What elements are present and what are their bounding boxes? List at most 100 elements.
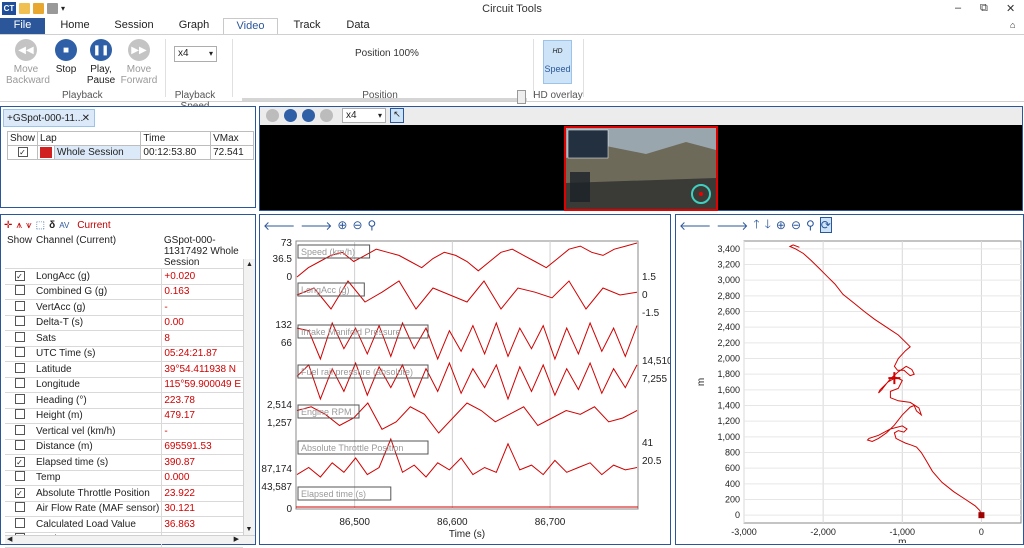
playback-speed-select[interactable]: x4 ▾ xyxy=(174,46,217,62)
video-select-tool-icon[interactable]: ↖ xyxy=(390,108,404,123)
close-button[interactable]: ✕ xyxy=(1006,2,1015,15)
channel-row[interactable]: Distance (m) 695591.53 xyxy=(5,439,244,455)
zoom-in-icon[interactable]: ⊕ xyxy=(776,218,786,232)
channel-show-checkbox[interactable] xyxy=(14,471,25,482)
tab-file[interactable]: File xyxy=(0,18,45,34)
channel-show-checkbox[interactable] xyxy=(14,378,25,389)
tab-home[interactable]: Home xyxy=(50,18,100,34)
channel-show-cell[interactable] xyxy=(5,330,35,347)
col-vmax[interactable]: VMax xyxy=(210,131,254,146)
video-rewind-button[interactable] xyxy=(266,109,279,122)
channel-show-cell[interactable]: ✓ xyxy=(5,454,35,471)
channel-show-cell[interactable] xyxy=(5,315,35,331)
channel-show-cell[interactable] xyxy=(5,439,35,455)
channel-show-cell[interactable] xyxy=(5,392,35,409)
channel-row[interactable]: ✓ Elapsed time (s) 390.87 xyxy=(5,454,244,471)
video-forward-button[interactable] xyxy=(320,109,333,122)
col-show[interactable]: Show xyxy=(6,131,39,146)
graph-chart[interactable]: 86,500 86,600 86,700 Time (s) Speed (km/h) 73… xyxy=(260,233,670,543)
channel-show-checkbox[interactable] xyxy=(14,316,25,327)
average-icon[interactable]: AV xyxy=(59,221,69,230)
position-slider-thumb[interactable] xyxy=(517,90,526,104)
channel-show-cell[interactable] xyxy=(5,501,35,517)
channel-row[interactable]: Calculated Load Value 36.863 xyxy=(5,516,244,533)
channel-show-checkbox[interactable] xyxy=(14,300,25,311)
channel-row[interactable]: Sats 8 xyxy=(5,330,244,347)
video-frame[interactable] xyxy=(564,126,718,211)
channel-show-cell[interactable] xyxy=(5,284,35,300)
channel-row[interactable]: Longitude 115°59.900049 E xyxy=(5,377,244,393)
delta-icon[interactable]: δ xyxy=(49,220,55,231)
channel-row[interactable]: ✓ Absolute Throttle Position 23.922 xyxy=(5,485,244,502)
channel-show-cell[interactable] xyxy=(5,346,35,362)
scroll-left-arrow-icon[interactable]: ◀ xyxy=(7,535,12,543)
channel-row[interactable]: Heading (°) 223.78 xyxy=(5,392,244,409)
scroll-right-arrow-icon[interactable]: ▶ xyxy=(234,535,239,543)
channel-row[interactable]: Vertical vel (km/h) - xyxy=(5,423,244,440)
channel-show-checkbox[interactable] xyxy=(14,347,25,358)
lap-show-checkbox[interactable]: ✓ xyxy=(17,147,28,157)
track-map-chart[interactable]: -3,000 -2,000 -1,000 0 3,400 3,200 3,000 2,800 2… xyxy=(676,233,1023,543)
zoom-in-icon[interactable]: ⊕ xyxy=(337,218,347,232)
channel-show-cell[interactable] xyxy=(5,408,35,424)
channel-show-checkbox[interactable] xyxy=(14,331,25,342)
channel-show-checkbox[interactable]: ✓ xyxy=(14,270,25,281)
channel-show-cell[interactable]: ✓ xyxy=(5,485,35,502)
channel-show-checkbox[interactable] xyxy=(14,502,25,513)
channel-row[interactable]: Combined G (g) 0.163 xyxy=(5,284,244,300)
hd-speed-button[interactable]: HD Speed xyxy=(543,40,572,84)
video-stop-button[interactable] xyxy=(284,109,297,122)
forward-arrow-icon[interactable]: 🡒 xyxy=(300,218,332,233)
channel-show-checkbox[interactable] xyxy=(14,440,25,451)
channel-row[interactable]: Latitude 39°54.411938 N xyxy=(5,361,244,378)
move-backward-button[interactable]: ◀◀ Move Backward xyxy=(6,39,50,86)
channel-show-cell[interactable] xyxy=(5,516,35,533)
vertical-scrollbar[interactable]: ▲ ▼ xyxy=(243,259,255,535)
add-cursor-icon[interactable]: ✛ xyxy=(4,220,12,231)
channel-row[interactable]: Air Flow Rate (MAF sensor) 30.121 xyxy=(5,501,244,517)
zoom-out-icon[interactable]: ⊖ xyxy=(791,218,801,232)
lap-color-swatch[interactable] xyxy=(40,146,53,158)
stop-button[interactable]: ■ Stop xyxy=(46,39,86,75)
channel-show-checkbox[interactable]: ✓ xyxy=(14,456,25,467)
col-time[interactable]: Time xyxy=(140,131,212,146)
channel-show-cell[interactable] xyxy=(5,361,35,378)
forward-arrow-icon[interactable]: 🡒 xyxy=(716,218,748,233)
scroll-up-arrow-icon[interactable]: ▲ xyxy=(244,261,255,268)
session-tab[interactable]: +GSpot-000-11... ✕ xyxy=(3,109,95,127)
channel-show-checkbox[interactable] xyxy=(14,517,25,528)
peak-icon[interactable]: ⩚ xyxy=(16,220,22,231)
channel-show-checkbox[interactable] xyxy=(14,362,25,373)
video-speed-select[interactable]: x4 ▾ xyxy=(342,108,386,123)
move-forward-button[interactable]: ▶▶ Move Forward xyxy=(119,39,159,86)
channel-row[interactable]: Temp 0.000 xyxy=(5,470,244,486)
channel-show-checkbox[interactable] xyxy=(14,285,25,296)
channel-show-cell[interactable] xyxy=(5,470,35,486)
channel-show-cell[interactable] xyxy=(5,423,35,440)
tab-session[interactable]: Session xyxy=(108,18,160,34)
tab-video[interactable]: Video xyxy=(223,18,278,34)
close-tab-icon[interactable]: ✕ xyxy=(82,110,90,127)
lap-row[interactable]: ✓ Whole Session 00:12:53.80 72.541 xyxy=(6,145,254,160)
channel-show-checkbox[interactable] xyxy=(14,393,25,404)
channel-show-cell[interactable]: ✓ xyxy=(5,268,35,285)
back-arrow-icon[interactable]: 🡐 xyxy=(263,218,295,233)
tab-graph[interactable]: Graph xyxy=(168,18,220,34)
lap-show-cell[interactable]: ✓ xyxy=(6,145,39,160)
valley-icon[interactable]: ⩛ xyxy=(26,220,32,231)
channel-show-checkbox[interactable] xyxy=(14,424,25,435)
channel-row[interactable]: UTC Time (s) 05:24:21.87 xyxy=(5,346,244,362)
scroll-down-arrow-icon[interactable]: ▼ xyxy=(244,526,254,533)
channel-row[interactable]: ✓ LongAcc (g) +0.020 xyxy=(5,268,244,285)
range-icon[interactable]: ⬚ xyxy=(36,220,45,231)
col-channel[interactable]: Channel (Current) xyxy=(34,235,162,269)
tab-data[interactable]: Data xyxy=(335,18,381,34)
rotate-icon[interactable]: ⟳ xyxy=(819,217,832,233)
video-pause-button[interactable] xyxy=(302,109,315,122)
channel-row[interactable]: Delta-T (s) 0.00 xyxy=(5,315,244,331)
channel-show-cell[interactable] xyxy=(5,377,35,393)
col-session-value[interactable]: GSpot-000-11317492 Whole Session xyxy=(161,235,244,269)
play-pause-button[interactable]: ❚❚ Play, Pause xyxy=(81,39,121,86)
zoom-out-icon[interactable]: ⊖ xyxy=(352,218,362,232)
tab-track[interactable]: Track xyxy=(282,18,332,34)
